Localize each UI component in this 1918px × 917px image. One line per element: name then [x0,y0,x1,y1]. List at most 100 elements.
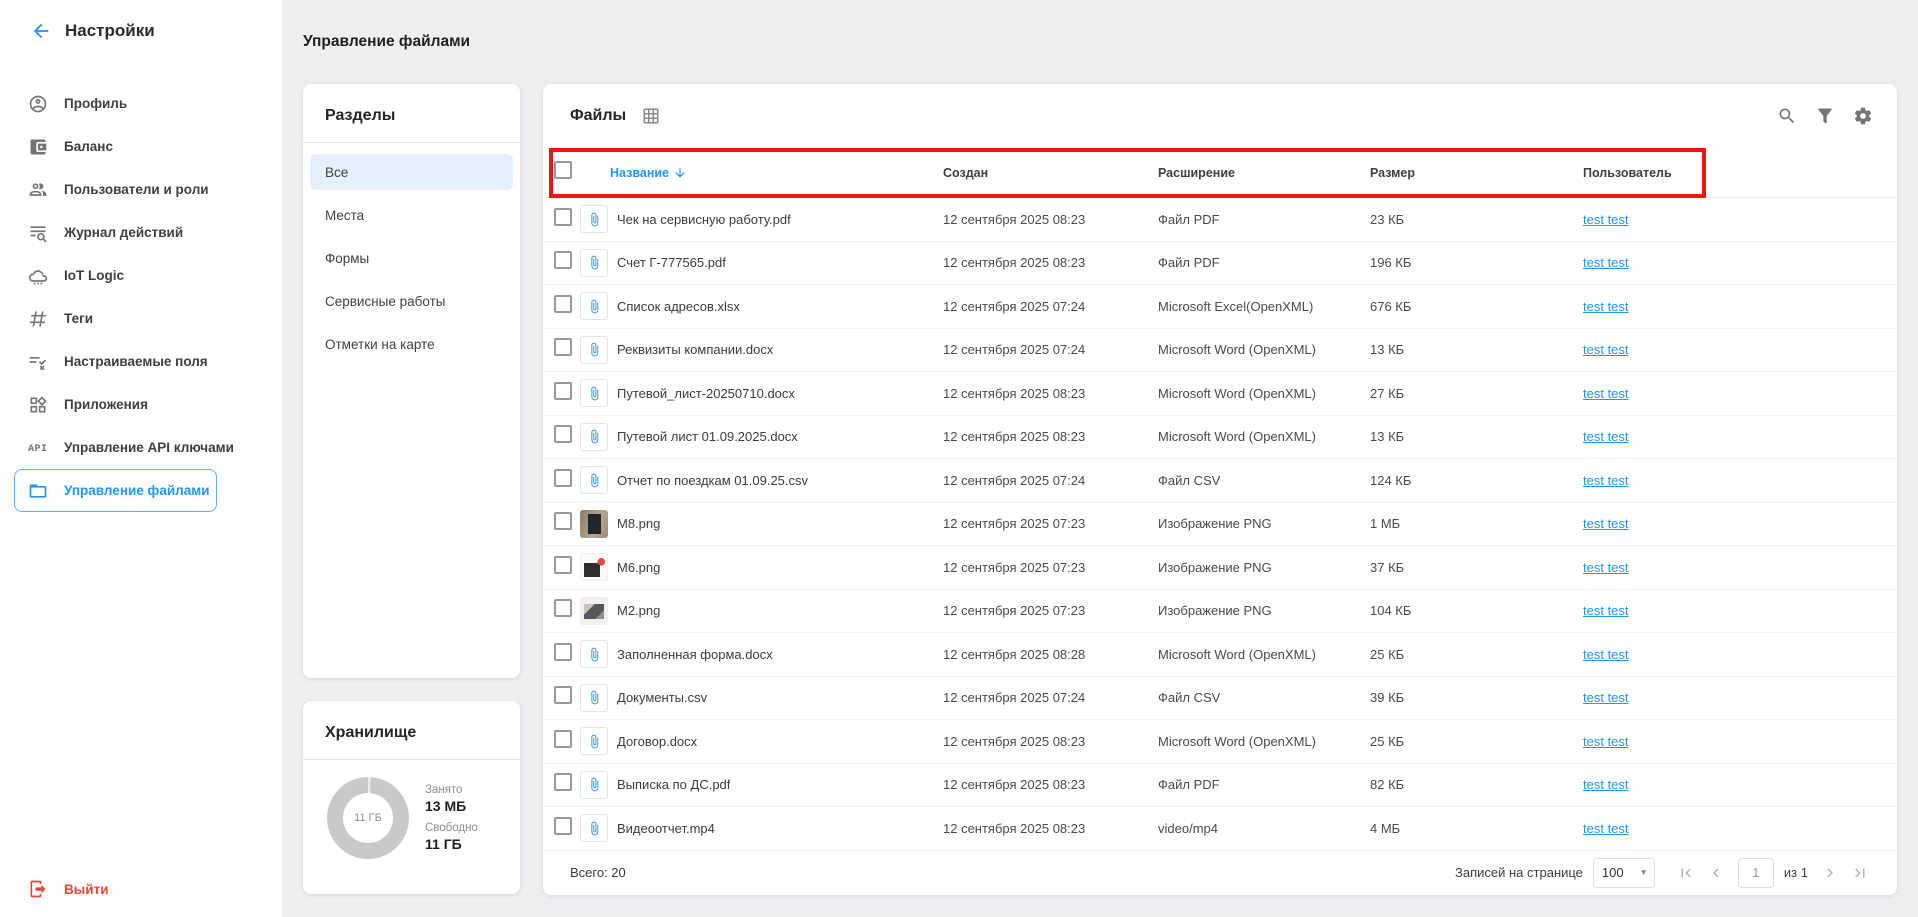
back-arrow-icon[interactable] [30,20,52,42]
sort-descending-icon [673,166,687,180]
file-user-link[interactable]: test test [1583,386,1629,401]
file-name: Выписка по ДС.pdf [617,777,730,792]
file-user-link[interactable]: test test [1583,255,1629,270]
storage-free-label: Свободно [425,822,478,834]
next-page-icon[interactable] [1818,861,1842,885]
row-checkbox[interactable] [554,773,572,791]
grid-view-icon[interactable] [642,107,660,125]
file-user-link[interactable]: test test [1583,647,1629,662]
section-item-places[interactable]: Места [310,197,513,233]
row-checkbox[interactable] [554,382,572,400]
api-icon: API [28,438,48,458]
sidebar-item-custom-fields[interactable]: Настраиваемые поля [0,340,282,383]
column-header-size[interactable]: Размер [1370,166,1583,180]
section-item-forms[interactable]: Формы [310,240,513,276]
file-user-link[interactable]: test test [1583,212,1629,227]
sidebar-item-profile[interactable]: Профиль [0,82,282,125]
sidebar-item-apps[interactable]: Приложения [0,383,282,426]
prev-page-icon[interactable] [1704,861,1728,885]
filter-icon[interactable] [1815,106,1835,126]
settings-gear-icon[interactable] [1853,106,1873,126]
row-checkbox[interactable] [554,338,572,356]
row-checkbox[interactable] [554,730,572,748]
pagination: Записей на странице 100 ▾ 1 из 1 [1455,858,1875,888]
sidebar-item-activity-log[interactable]: Журнал действий [0,211,282,254]
file-user-link[interactable]: test test [1583,560,1629,575]
storage-used-label: Занято [425,784,478,796]
file-extension: Файл PDF [1158,777,1370,792]
file-size: 27 КБ [1370,386,1583,401]
file-name: M8.png [617,516,660,531]
row-checkbox[interactable] [554,469,572,487]
row-checkbox[interactable] [554,512,572,530]
file-name: Путевой_лист-20250710.docx [617,386,795,401]
file-attachment-icon [580,640,608,668]
file-extension: Microsoft Word (OpenXML) [1158,647,1370,662]
file-user-link[interactable]: test test [1583,777,1629,792]
file-user-link[interactable]: test test [1583,429,1629,444]
file-attachment-icon [580,771,608,799]
storage-title: Хранилище [303,701,520,759]
file-extension: Файл CSV [1158,690,1370,705]
file-attachment-icon [580,292,608,320]
sidebar-item-api-keys[interactable]: API Управление API ключами [0,426,282,469]
section-item-map-marks[interactable]: Отметки на карте [310,326,513,362]
file-extension: Microsoft Word (OpenXML) [1158,429,1370,444]
file-size: 13 КБ [1370,429,1583,444]
row-checkbox[interactable] [554,251,572,269]
file-user-link[interactable]: test test [1583,342,1629,357]
search-icon[interactable] [1777,106,1797,126]
sidebar-item-users-roles[interactable]: Пользователи и роли [0,168,282,211]
file-extension: Изображение PNG [1158,516,1370,531]
section-item-all[interactable]: Все [310,154,513,190]
logout-button[interactable]: Выйти [0,869,109,909]
file-user-link[interactable]: test test [1583,603,1629,618]
file-name: M2.png [617,603,660,618]
row-checkbox[interactable] [554,556,572,574]
column-header-name[interactable]: Название [610,166,687,180]
section-item-service-works[interactable]: Сервисные работы [310,283,513,319]
row-checkbox[interactable] [554,817,572,835]
file-attachment-icon [580,423,608,451]
column-header-extension[interactable]: Расширение [1158,166,1370,180]
file-extension: Изображение PNG [1158,603,1370,618]
column-header-created[interactable]: Создан [943,166,1158,180]
table-row: Список адресов.xlsx 12 сентября 2025 07:… [543,285,1897,329]
file-name: Заполненная форма.docx [617,647,773,662]
row-checkbox[interactable] [554,643,572,661]
row-checkbox[interactable] [554,208,572,226]
select-all-checkbox[interactable] [554,161,572,179]
sidebar-item-file-management[interactable]: Управление файлами [14,469,217,512]
files-panel: Файлы Название Создан Расширение [543,84,1897,895]
file-user-link[interactable]: test test [1583,473,1629,488]
storage-panel: Хранилище 11 ГБ Занято 13 МБ Свободно 11… [303,701,520,894]
last-page-icon[interactable] [1848,861,1872,885]
storage-used-value: 13 МБ [425,798,478,814]
row-checkbox[interactable] [554,295,572,313]
file-user-link[interactable]: test test [1583,516,1629,531]
page-number-input[interactable]: 1 [1738,858,1774,888]
row-checkbox[interactable] [554,686,572,704]
file-size: 25 КБ [1370,734,1583,749]
sidebar-item-tags[interactable]: Теги [0,297,282,340]
sidebar-item-iot-logic[interactable]: IoT Logic [0,254,282,297]
column-header-user[interactable]: Пользователь [1583,166,1897,180]
file-extension: Файл PDF [1158,212,1370,227]
file-created: 12 сентября 2025 08:23 [943,429,1158,444]
sidebar-item-balance[interactable]: Баланс [0,125,282,168]
file-user-link[interactable]: test test [1583,299,1629,314]
file-user-link[interactable]: test test [1583,734,1629,749]
file-created: 12 сентября 2025 08:23 [943,734,1158,749]
file-user-link[interactable]: test test [1583,690,1629,705]
first-page-icon[interactable] [1674,861,1698,885]
table-row: Заполненная форма.docx 12 сентября 2025 … [543,633,1897,677]
iot-logic-icon [28,266,48,286]
row-checkbox[interactable] [554,425,572,443]
file-size: 82 КБ [1370,777,1583,792]
per-page-select[interactable]: 100 ▾ [1593,858,1655,888]
file-size: 39 КБ [1370,690,1583,705]
file-size: 37 КБ [1370,560,1583,575]
file-user-link[interactable]: test test [1583,821,1629,836]
file-attachment-icon [580,510,608,538]
row-checkbox[interactable] [554,599,572,617]
